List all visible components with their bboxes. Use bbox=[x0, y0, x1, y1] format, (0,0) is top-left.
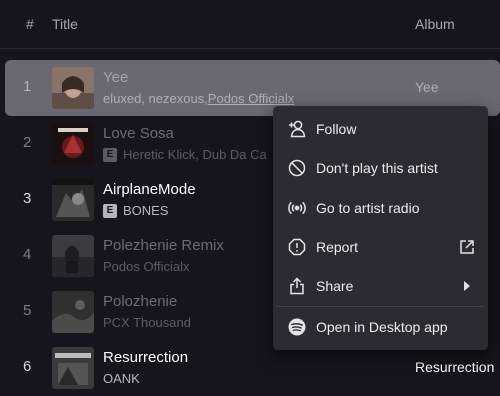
track-artists: E BONES bbox=[103, 203, 169, 218]
artist-names[interactable]: BONES bbox=[123, 203, 169, 218]
menu-item-follow[interactable]: Follow bbox=[277, 111, 484, 147]
artist-names[interactable]: OANK bbox=[103, 371, 140, 386]
explicit-badge: E bbox=[103, 147, 117, 162]
album-art bbox=[52, 179, 94, 221]
album-art bbox=[52, 67, 94, 109]
album-art bbox=[52, 123, 94, 165]
column-header-number: # bbox=[26, 16, 34, 32]
menu-item-share[interactable]: Share bbox=[277, 268, 484, 304]
track-title[interactable]: Polezhenie Remix bbox=[103, 237, 224, 254]
track-title[interactable]: AirplaneMode bbox=[103, 181, 196, 198]
track-artists: Podos Officialx bbox=[103, 259, 189, 274]
menu-item-artist-radio[interactable]: Go to artist radio bbox=[277, 190, 484, 226]
block-icon bbox=[287, 158, 307, 178]
menu-item-dont-play-artist[interactable]: Don't play this artist bbox=[277, 150, 484, 186]
track-album[interactable]: Resurrection bbox=[415, 359, 494, 375]
menu-item-open-desktop-app[interactable]: Open in Desktop app bbox=[277, 309, 484, 345]
track-number: 2 bbox=[23, 134, 32, 151]
share-icon bbox=[287, 276, 307, 296]
artist-names[interactable]: Heretic Klick, Dub Da Ca bbox=[123, 147, 267, 162]
column-header-album[interactable]: Album bbox=[415, 16, 455, 32]
track-title[interactable]: Polozhenie bbox=[103, 293, 177, 310]
menu-item-label: Follow bbox=[316, 121, 357, 137]
menu-item-label: Open in Desktop app bbox=[316, 319, 448, 335]
external-link-icon bbox=[458, 238, 476, 256]
artist-names[interactable]: PCX Thousand bbox=[103, 315, 191, 330]
track-number: 6 bbox=[23, 358, 32, 375]
artist-context-menu: Follow Don't play this artist Go to arti… bbox=[273, 106, 488, 350]
track-artists: E Heretic Klick, Dub Da Ca bbox=[103, 147, 267, 162]
track-title[interactable]: Yee bbox=[103, 69, 128, 86]
chevron-right-icon bbox=[458, 277, 476, 295]
artist-link[interactable]: Podos Officialx bbox=[208, 91, 294, 106]
artist-names[interactable]: eluxed, nezexous, bbox=[103, 91, 208, 106]
track-album[interactable]: Yee bbox=[415, 79, 439, 95]
track-artists: PCX Thousand bbox=[103, 315, 191, 330]
track-title[interactable]: Love Sosa bbox=[103, 125, 174, 142]
track-artists: eluxed, nezexous, Podos Officialx bbox=[103, 91, 294, 106]
explicit-badge: E bbox=[103, 203, 117, 218]
menu-item-report[interactable]: Report bbox=[277, 229, 484, 265]
track-title[interactable]: Resurrection bbox=[103, 349, 188, 366]
spotify-icon bbox=[287, 317, 307, 337]
track-number: 5 bbox=[23, 302, 32, 319]
menu-item-label: Go to artist radio bbox=[316, 200, 420, 216]
menu-item-label: Don't play this artist bbox=[316, 160, 438, 176]
artist-names[interactable]: Podos Officialx bbox=[103, 259, 189, 274]
track-number: 1 bbox=[23, 78, 32, 95]
album-art bbox=[52, 347, 94, 389]
track-number: 4 bbox=[23, 246, 32, 263]
report-icon bbox=[287, 237, 307, 257]
menu-item-label: Report bbox=[316, 239, 359, 255]
tracklist-header: # Title Album bbox=[0, 0, 500, 49]
album-art bbox=[52, 291, 94, 333]
track-artists: OANK bbox=[103, 371, 140, 386]
menu-divider bbox=[277, 306, 484, 307]
menu-item-label: Share bbox=[316, 278, 354, 294]
person-add-icon bbox=[287, 119, 307, 139]
album-art bbox=[52, 235, 94, 277]
radio-icon bbox=[287, 198, 307, 218]
column-header-title[interactable]: Title bbox=[52, 16, 78, 32]
track-number: 3 bbox=[23, 190, 32, 207]
